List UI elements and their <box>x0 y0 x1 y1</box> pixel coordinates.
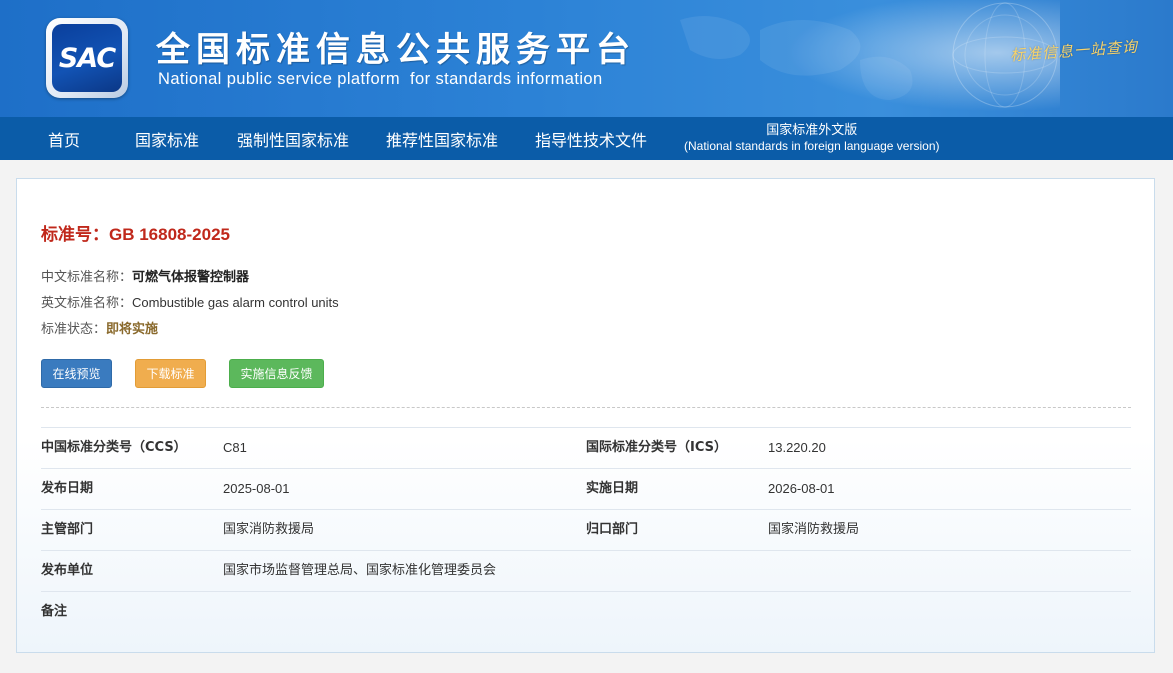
implement-date-value: 2026-08-01 <box>768 481 835 496</box>
en-name-line: 英文标准名称：Combustible gas alarm control uni… <box>41 292 339 311</box>
issuer-value: 国家市场监督管理总局、国家标准化管理委员会 <box>223 563 497 578</box>
nav-item-guidance-documents[interactable]: 指导性技术文件 <box>535 117 647 160</box>
en-name-label: 英文标准名称： <box>41 296 133 311</box>
status-label: 标准状态： <box>41 322 107 337</box>
remarks-label: 备注 <box>41 604 68 619</box>
table-row: 主管部门 国家消防救援局 归口部门 国家消防救援局 <box>41 509 1131 550</box>
nav-item-foreign-version[interactable]: 国家标准外文版 (National standards in foreign l… <box>684 123 940 154</box>
table-row: 发布单位 国家市场监督管理总局、国家标准化管理委员会 <box>41 550 1131 591</box>
en-name-value: Combustible gas alarm control units <box>132 295 339 310</box>
site-header: SAC 全国标准信息公共服务平台 National public service… <box>0 0 1173 117</box>
publish-date-label: 发布日期 <box>41 481 94 496</box>
ccs-value: C81 <box>223 440 247 455</box>
tc-label: 归口部门 <box>586 522 639 537</box>
table-row: 中国标准分类号（CCS） C81 国际标准分类号（ICS） 13.220.20 <box>41 427 1131 468</box>
site-title-cn: 全国标准信息公共服务平台 <box>156 30 636 70</box>
publish-date-value: 2025-08-01 <box>223 481 290 496</box>
standard-number-value: GB 16808-2025 <box>109 225 230 244</box>
world-map-graphic <box>640 0 1060 117</box>
authority-label: 主管部门 <box>41 522 94 537</box>
standard-number: 标准号：GB 16808-2025 <box>41 220 230 245</box>
table-row: 发布日期 2025-08-01 实施日期 2026-08-01 <box>41 468 1131 509</box>
issuer-label: 发布单位 <box>41 563 94 578</box>
preview-button[interactable]: 在线预览 <box>41 359 112 388</box>
main-nav: 首页 国家标准 强制性国家标准 推荐性国家标准 指导性技术文件 国家标准外文版 … <box>0 117 1173 160</box>
sac-logo[interactable]: SAC <box>46 18 128 98</box>
cn-name-value: 可燃气体报警控制器 <box>132 270 250 285</box>
authority-value: 国家消防救援局 <box>223 522 315 537</box>
status-line: 标准状态：即将实施 <box>41 318 158 337</box>
nav-item-national-standards[interactable]: 国家标准 <box>135 117 199 160</box>
divider <box>41 407 1131 408</box>
ccs-label: 中国标准分类号（CCS） <box>41 440 187 455</box>
feedback-button[interactable]: 实施信息反馈 <box>229 359 324 388</box>
ics-label: 国际标准分类号（ICS） <box>586 440 727 455</box>
cn-name-line: 中文标准名称：可燃气体报警控制器 <box>41 266 249 285</box>
download-button[interactable]: 下载标准 <box>135 359 206 388</box>
nav-item-home[interactable]: 首页 <box>48 117 80 160</box>
status-badge: 即将实施 <box>106 322 159 337</box>
implement-date-label: 实施日期 <box>586 481 639 496</box>
table-row: 备注 <box>41 591 1131 632</box>
ics-value: 13.220.20 <box>768 440 826 455</box>
nav-item-mandatory-standards[interactable]: 强制性国家标准 <box>237 117 349 160</box>
tc-value: 国家消防救援局 <box>768 522 860 537</box>
standard-detail-panel: 标准号：GB 16808-2025 中文标准名称：可燃气体报警控制器 英文标准名… <box>16 178 1155 653</box>
nav-item-recommended-standards[interactable]: 推荐性国家标准 <box>386 117 498 160</box>
nav-foreign-line1: 国家标准外文版 <box>766 123 858 138</box>
standard-number-label: 标准号： <box>41 225 109 245</box>
site-title-en: National public service platform for sta… <box>158 70 603 88</box>
details-table: 中国标准分类号（CCS） C81 国际标准分类号（ICS） 13.220.20 … <box>41 427 1131 632</box>
cn-name-label: 中文标准名称： <box>41 270 133 285</box>
sac-logo-text: SAC <box>52 24 122 92</box>
nav-foreign-line2: (National standards in foreign language … <box>684 139 940 153</box>
